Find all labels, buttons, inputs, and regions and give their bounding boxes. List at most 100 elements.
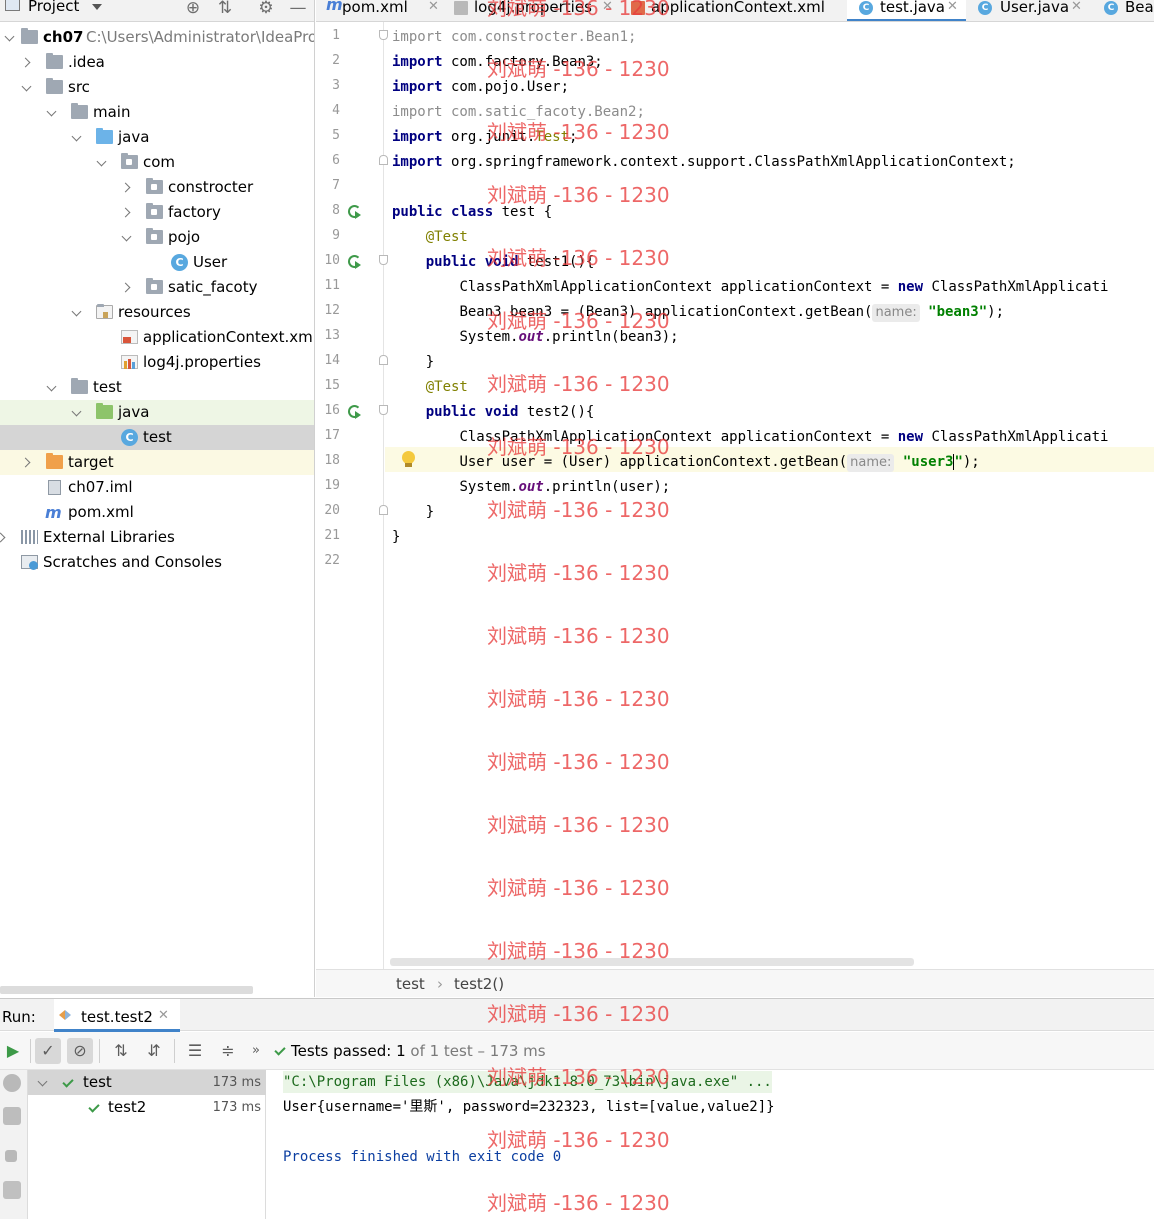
fold-marker-icon[interactable] (379, 405, 388, 415)
chevron-down-icon[interactable] (92, 4, 102, 10)
console-output[interactable]: "C:\Program Files (x86)\Java\jdk1.8.0_73… (267, 1070, 1154, 1219)
tree-item-idea[interactable]: .idea (0, 50, 314, 75)
run-toolbar: ▶ ✓ ⊘ ⇅ ⇵ ☰ ≑ » Tests passed: 1 of 1 tes… (0, 1032, 1154, 1070)
tree-item-test-class[interactable]: C test (0, 425, 314, 450)
tab-pom-xml[interactable]: m pom.xml ✕ (324, 0, 442, 21)
tree-item-pojo[interactable]: pojo (0, 225, 314, 250)
project-horizontal-scrollbar[interactable] (0, 986, 253, 994)
gear-icon[interactable]: ⚙ (256, 0, 276, 18)
project-panel-title[interactable]: Project (28, 0, 79, 15)
expand-arrow-icon[interactable] (47, 383, 56, 392)
expand-arrow-icon[interactable] (122, 208, 131, 217)
close-icon[interactable]: ✕ (1071, 0, 1082, 15)
breadcrumb-item-class[interactable]: test (396, 975, 425, 993)
expand-arrow-icon[interactable] (122, 233, 131, 242)
expand-arrow-icon[interactable] (22, 83, 31, 92)
show-ignored-icon[interactable]: ⊘ (67, 1038, 93, 1064)
tab-test-java[interactable]: C test.java ✕ (847, 0, 966, 21)
tab-user-java[interactable]: C User.java ✕ (976, 0, 1091, 21)
tab-bea[interactable]: C Bea (1101, 0, 1154, 21)
expand-arrow-icon[interactable] (47, 108, 56, 117)
collapse-all-icon[interactable]: ⇅ (215, 0, 235, 18)
fold-marker-icon[interactable] (379, 30, 388, 40)
line-number: 15 (324, 378, 340, 393)
expand-arrow-icon[interactable] (122, 283, 131, 292)
fold-marker-icon[interactable] (379, 505, 388, 515)
tree-item-ch07-iml[interactable]: ch07.iml (0, 475, 314, 500)
tree-label: .idea (68, 53, 105, 71)
project-path: C:\Users\Administrator\IdeaPro (86, 28, 315, 46)
tree-item-test-java[interactable]: java (0, 400, 314, 425)
sort-alphabetically-icon[interactable]: ⇅ (108, 1038, 134, 1064)
line-number: 13 (324, 328, 340, 343)
tree-item-test-folder[interactable]: test (0, 375, 314, 400)
toggle-auto-test-icon[interactable] (3, 1074, 21, 1092)
screenshot-icon[interactable] (3, 1181, 21, 1199)
tab-applicationcontext-xml[interactable]: applicationContext.xml (629, 0, 837, 21)
expand-arrow-icon[interactable] (72, 308, 81, 317)
expand-arrow-icon[interactable] (0, 533, 6, 542)
maven-icon: m (45, 503, 62, 522)
expand-all-icon[interactable]: ☰ (182, 1038, 208, 1064)
close-icon[interactable]: ✕ (947, 0, 958, 15)
rerun-icon[interactable]: ▶ (0, 1038, 26, 1064)
tree-item-constrocter[interactable]: constrocter (0, 175, 314, 200)
import-tests-icon[interactable] (3, 1107, 21, 1125)
fold-marker-icon[interactable] (379, 155, 388, 165)
tab-log4j-properties[interactable]: log4j.properties ✕ (452, 0, 617, 21)
package-icon (146, 278, 163, 294)
expand-arrow-icon[interactable] (72, 408, 81, 417)
expand-arrow-icon[interactable] (97, 158, 106, 167)
breadcrumb-item-method[interactable]: test2() (454, 975, 504, 993)
expand-arrow-icon[interactable] (122, 183, 131, 192)
tree-label: applicationContext.xml (143, 328, 315, 346)
test-tree-row[interactable]: test 173 ms (28, 1070, 266, 1095)
tree-item-log4j-properties[interactable]: log4j.properties (0, 350, 314, 375)
test-duration: 173 ms (212, 1075, 261, 1090)
collapse-all-icon[interactable]: ≑ (215, 1038, 241, 1064)
expand-arrow-icon[interactable] (72, 133, 81, 142)
class-icon: C (121, 429, 138, 446)
tree-item-ch07[interactable]: ch07 C:\Users\Administrator\IdeaPro (0, 25, 315, 50)
show-passed-icon[interactable]: ✓ (35, 1038, 61, 1064)
code-line-13: System.out.println(bean3); (459, 329, 679, 345)
tree-item-src[interactable]: src (0, 75, 314, 100)
tree-item-factory[interactable]: factory (0, 200, 314, 225)
code-line-5: import org.junit.Test; (392, 129, 578, 145)
test-tree-row[interactable]: test2 173 ms (28, 1095, 266, 1120)
tree-item-main-java[interactable]: java (0, 125, 314, 150)
sort-by-duration-icon[interactable]: ⇵ (141, 1038, 167, 1064)
code-editor[interactable]: import com.constrocter.Bean1; import com… (316, 22, 1154, 969)
minimize-icon[interactable]: — (288, 0, 308, 18)
close-icon[interactable]: ✕ (158, 1008, 169, 1023)
tree-item-user[interactable]: C User (0, 250, 314, 275)
close-icon[interactable]: ✕ (602, 0, 613, 15)
run-class-icon[interactable] (348, 205, 362, 219)
expand-arrow-icon[interactable] (5, 33, 14, 42)
tree-item-external-libraries[interactable]: External Libraries (0, 525, 314, 550)
line-number: 14 (324, 353, 340, 368)
run-test-icon[interactable] (348, 255, 362, 269)
close-icon[interactable]: ✕ (428, 0, 439, 15)
tree-item-resources[interactable]: resources (0, 300, 314, 325)
expand-arrow-icon[interactable] (22, 458, 31, 467)
folder-icon (46, 53, 63, 69)
stop-icon[interactable] (5, 1150, 17, 1162)
tree-item-satic-facoty[interactable]: satic_facoty (0, 275, 314, 300)
locate-icon[interactable]: ⊕ (183, 0, 203, 18)
tree-item-target[interactable]: target (0, 450, 314, 475)
tree-item-pom-xml[interactable]: m pom.xml (0, 500, 314, 525)
run-tab-test-test2[interactable]: test.test2 ✕ (54, 999, 180, 1032)
expand-arrow-icon[interactable] (38, 1078, 47, 1087)
more-icon[interactable]: » (243, 1038, 269, 1064)
tree-item-com[interactable]: com (0, 150, 314, 175)
expand-arrow-icon[interactable] (22, 58, 31, 67)
run-test-icon[interactable] (348, 405, 362, 419)
editor-horizontal-scrollbar[interactable] (390, 958, 914, 966)
code-line-11: ClassPathXmlApplicationContext applicati… (459, 279, 1109, 295)
tree-item-applicationcontext-xml[interactable]: applicationContext.xml (0, 325, 315, 350)
fold-marker-icon[interactable] (379, 255, 388, 265)
tree-item-main[interactable]: main (0, 100, 314, 125)
tree-item-scratches[interactable]: Scratches and Consoles (0, 550, 314, 575)
fold-marker-icon[interactable] (379, 355, 388, 365)
